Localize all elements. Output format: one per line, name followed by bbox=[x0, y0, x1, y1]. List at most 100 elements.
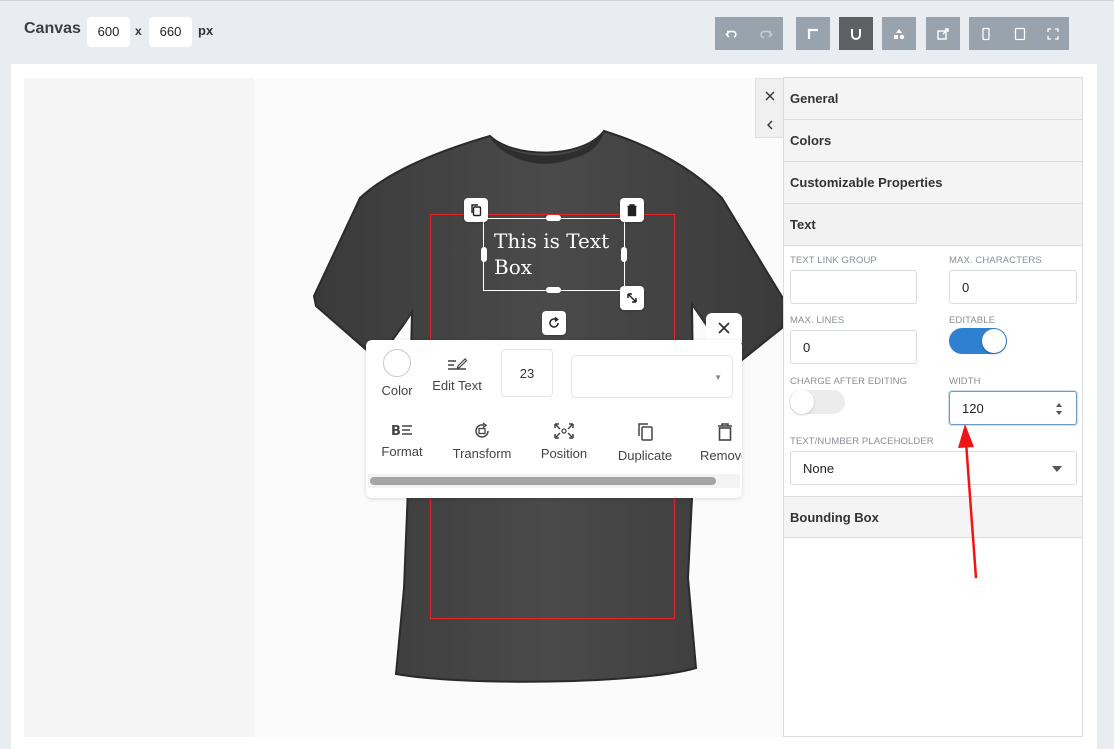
redo-icon bbox=[760, 30, 773, 38]
position-tool[interactable]: Position bbox=[532, 422, 596, 461]
mobile-view-button[interactable] bbox=[969, 17, 1003, 50]
design-text-line-2: Box bbox=[494, 255, 533, 279]
close-icon bbox=[718, 322, 730, 334]
charge-after-editing-toggle[interactable] bbox=[789, 390, 845, 414]
color-tool[interactable]: Color bbox=[380, 349, 414, 398]
text-link-group-input[interactable] bbox=[790, 270, 917, 304]
transform-tool[interactable]: Transform bbox=[448, 422, 516, 461]
placeholder-value: None bbox=[803, 461, 835, 476]
design-text-line-1: This is Text bbox=[494, 229, 610, 253]
scrollbar-thumb[interactable] bbox=[370, 477, 716, 485]
resize-arrows-icon bbox=[627, 293, 637, 303]
top-bar: Canvas 600 x 660 px bbox=[0, 0, 1114, 64]
editable-toggle[interactable] bbox=[949, 328, 1007, 354]
position-label: Position bbox=[540, 446, 588, 461]
fullscreen-icon bbox=[1046, 27, 1059, 40]
phone-icon bbox=[982, 27, 990, 40]
color-tool-label: Color bbox=[381, 383, 413, 398]
placeholder-label: TEXT/NUMBER PLACEHOLDER bbox=[790, 436, 934, 447]
properties-panel: General Colors Customizable Properties T… bbox=[783, 77, 1083, 737]
charge-after-editing-label: CHARGE AFTER EDITING bbox=[790, 376, 908, 387]
max-lines-input[interactable]: 0 bbox=[790, 330, 917, 364]
copy-element-button[interactable] bbox=[464, 198, 488, 222]
max-lines-label: MAX. LINES bbox=[790, 315, 845, 326]
stage-margin bbox=[24, 78, 254, 737]
chevron-down-icon bbox=[1052, 466, 1062, 472]
section-bounding-box[interactable]: Bounding Box bbox=[784, 496, 1082, 538]
remove-label: Remove bbox=[700, 448, 742, 463]
panel-tabs bbox=[755, 78, 783, 138]
redo-button[interactable] bbox=[749, 17, 783, 50]
text-link-group-label: TEXT LINK GROUP bbox=[790, 255, 877, 266]
resize-handle-right[interactable] bbox=[621, 247, 627, 262]
section-text[interactable]: Text bbox=[784, 204, 1082, 246]
editable-label: EDITABLE bbox=[949, 315, 996, 326]
shapes-button[interactable] bbox=[882, 17, 916, 50]
tablet-icon bbox=[1014, 27, 1025, 40]
export-button[interactable] bbox=[926, 17, 960, 50]
resize-handle-bottom[interactable] bbox=[546, 287, 561, 293]
rotate-element-button[interactable] bbox=[542, 311, 566, 335]
duplicate-label: Duplicate bbox=[617, 448, 673, 463]
magnet-icon bbox=[851, 28, 861, 40]
svg-text:B: B bbox=[391, 424, 401, 438]
width-label: WIDTH bbox=[949, 376, 981, 387]
element-toolbar: Color Edit Text 23 ▼ B Format Transform … bbox=[366, 340, 742, 498]
canvas-height-input[interactable]: 660 bbox=[149, 17, 192, 47]
color-swatch bbox=[383, 349, 411, 377]
dimension-unit: px bbox=[198, 23, 214, 38]
canvas-label: Canvas bbox=[24, 20, 81, 37]
chevron-down-icon: ▼ bbox=[714, 373, 722, 382]
edit-text-tool[interactable]: Edit Text bbox=[429, 356, 485, 393]
canvas-width-input[interactable]: 600 bbox=[87, 17, 130, 47]
duplicate-tool[interactable]: Duplicate bbox=[612, 422, 678, 463]
collapse-panel-button[interactable] bbox=[756, 111, 784, 139]
scale-element-button[interactable] bbox=[620, 286, 644, 310]
delete-element-button[interactable] bbox=[620, 198, 644, 222]
transform-icon bbox=[475, 422, 489, 438]
toggle-knob bbox=[982, 329, 1006, 353]
section-general[interactable]: General bbox=[784, 78, 1082, 120]
tablet-view-button[interactable] bbox=[1003, 17, 1036, 50]
toolbar-scrollbar[interactable] bbox=[368, 474, 740, 488]
number-spinner-icon[interactable] bbox=[1054, 401, 1064, 417]
max-characters-input[interactable]: 0 bbox=[949, 270, 1077, 304]
duplicate-icon bbox=[638, 423, 653, 441]
undo-button[interactable] bbox=[715, 17, 749, 50]
shapes-icon bbox=[894, 28, 905, 39]
export-icon bbox=[937, 27, 949, 40]
max-characters-label: MAX. CHARACTERS bbox=[949, 255, 1042, 266]
format-tool[interactable]: B Format bbox=[374, 422, 430, 459]
magnet-button[interactable] bbox=[839, 17, 873, 50]
snap-button[interactable] bbox=[796, 17, 830, 50]
corner-icon bbox=[807, 28, 818, 39]
position-icon bbox=[554, 423, 574, 439]
edit-text-icon bbox=[448, 358, 468, 370]
design-text[interactable]: This is Text Box bbox=[494, 228, 624, 280]
edit-text-label: Edit Text bbox=[432, 378, 482, 393]
section-customizable-properties[interactable]: Customizable Properties bbox=[784, 162, 1082, 204]
undo-icon bbox=[725, 30, 737, 38]
font-family-select[interactable]: ▼ bbox=[571, 355, 733, 398]
width-value: 120 bbox=[962, 401, 984, 416]
font-size-input[interactable]: 23 bbox=[501, 349, 553, 397]
chevron-left-icon bbox=[767, 120, 773, 130]
remove-tool[interactable]: Remove bbox=[700, 422, 742, 463]
fullscreen-button[interactable] bbox=[1036, 17, 1069, 50]
close-icon bbox=[765, 91, 775, 101]
toggle-knob bbox=[790, 390, 814, 414]
annotation-arrow bbox=[958, 424, 978, 579]
trash-icon bbox=[627, 204, 637, 217]
resize-handle-top[interactable] bbox=[546, 215, 561, 221]
transform-label: Transform bbox=[452, 446, 512, 461]
close-toolbar-button[interactable] bbox=[706, 313, 742, 343]
dimension-separator: x bbox=[135, 24, 142, 38]
copy-icon bbox=[471, 204, 482, 217]
resize-handle-left[interactable] bbox=[481, 247, 487, 262]
rotate-icon bbox=[549, 316, 559, 328]
placeholder-select[interactable]: None bbox=[790, 451, 1077, 485]
section-colors[interactable]: Colors bbox=[784, 120, 1082, 162]
close-panel-button[interactable] bbox=[756, 82, 784, 110]
format-label: Format bbox=[381, 444, 423, 459]
trash-icon bbox=[718, 423, 732, 441]
